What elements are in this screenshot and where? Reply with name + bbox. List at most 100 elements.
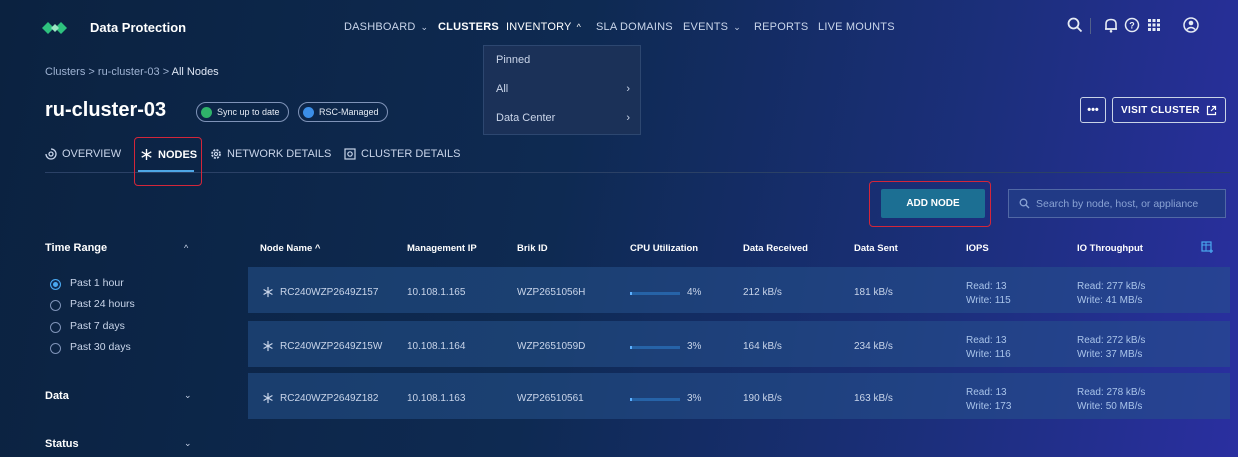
nav-clusters[interactable]: CLUSTERS — [438, 21, 499, 33]
cell-data-received: 190 kB/s — [743, 393, 782, 404]
cell-io-throughput: Read: 278 kB/s Write: 50 MB/s — [1077, 386, 1145, 414]
chevron-down-icon: ⌄ — [733, 22, 741, 32]
managed-icon — [303, 106, 314, 118]
nav-dashboard[interactable]: DASHBOARD ⌄ — [344, 21, 428, 33]
radio-past-7-days[interactable] — [50, 322, 61, 333]
search-icon[interactable] — [1066, 16, 1084, 34]
node-name-link[interactable]: RC240WZP2649Z157 — [280, 287, 378, 298]
column-header-node-name-label: Node Name — [260, 243, 313, 254]
cpu-utilization-bar — [630, 398, 680, 401]
filter-time-range-title[interactable]: Time Range — [45, 242, 107, 254]
chevron-up-icon: ^ — [576, 22, 582, 32]
gear-icon — [211, 149, 221, 159]
cell-iops-write: Write: 173 — [966, 401, 1012, 412]
user-account-icon[interactable] — [1182, 16, 1200, 34]
node-icon — [263, 392, 273, 404]
nav-reports-label: REPORTS — [754, 21, 809, 33]
cell-data-sent: 163 kB/s — [854, 393, 893, 404]
cpu-utilization-bar-fill — [630, 292, 632, 295]
nav-events[interactable]: EVENTS ⌄ — [683, 21, 741, 33]
cpu-utilization-bar-fill — [630, 398, 632, 401]
tab-network-details[interactable]: NETWORK DETAILS — [210, 148, 331, 160]
menu-item-all-label: All — [496, 83, 509, 95]
search-input[interactable]: Search by node, host, or appliance — [1008, 189, 1226, 218]
sort-ascending-icon: ^ — [314, 243, 321, 254]
cell-iops-write: Write: 116 — [966, 349, 1011, 360]
chevron-right-icon: › — [626, 83, 630, 95]
cpu-utilization-bar — [630, 346, 680, 349]
column-header-data-sent[interactable]: Data Sent — [854, 243, 898, 254]
column-header-cpu-utilization[interactable]: CPU Utilization — [630, 243, 698, 254]
cell-iops: Read: 13 Write: 173 — [966, 386, 1011, 414]
cell-cpu-utilization: 4% — [687, 287, 702, 298]
breadcrumb-clusters[interactable]: Clusters — [45, 66, 85, 78]
column-settings-icon[interactable] — [1201, 241, 1214, 254]
column-header-node-name[interactable]: Node Name ^ — [260, 243, 320, 254]
nav-sla-domains[interactable]: SLA DOMAINS — [596, 21, 673, 33]
tab-cluster-details[interactable]: CLUSTER DETAILS — [344, 148, 460, 160]
app-title: Data Protection — [90, 20, 187, 35]
chevron-down-icon[interactable]: ⌄ — [184, 390, 192, 401]
nav-live-mounts[interactable]: LIVE MOUNTS — [818, 21, 895, 33]
radio-label-past-24-hours[interactable]: Past 24 hours — [70, 298, 135, 310]
cell-iops: Read: 13 Write: 115 — [966, 280, 1011, 308]
radio-label-past-1-hour[interactable]: Past 1 hour — [70, 277, 124, 289]
check-icon — [201, 106, 212, 118]
more-options-button[interactable]: ••• — [1080, 97, 1106, 123]
cell-brik-id: WZP2651056H — [517, 287, 586, 298]
cell-iops: Read: 13 Write: 116 — [966, 334, 1011, 362]
column-header-data-received[interactable]: Data Received — [743, 243, 808, 254]
nav-sla-domains-label: SLA DOMAINS — [596, 21, 673, 33]
tab-overview[interactable]: OVERVIEW — [45, 148, 121, 160]
bell-icon[interactable] — [1102, 16, 1120, 34]
chevron-down-icon[interactable]: ⌄ — [184, 438, 192, 449]
menu-item-data-center[interactable]: Data Center — [496, 112, 626, 124]
search-placeholder: Search by node, host, or appliance — [1036, 197, 1199, 210]
chevron-up-icon[interactable]: ^ — [184, 243, 188, 253]
nav-reports[interactable]: REPORTS — [754, 21, 808, 33]
visit-cluster-button[interactable]: VISIT CLUSTER — [1112, 97, 1226, 123]
app-logo-icon[interactable] — [42, 20, 68, 36]
menu-item-all[interactable]: All — [496, 83, 626, 95]
column-header-io-throughput[interactable]: IO Throughput — [1077, 243, 1143, 254]
status-badge-sync: Sync up to date — [196, 102, 289, 122]
node-name-link[interactable]: RC240WZP2649Z15W — [280, 341, 382, 352]
cell-throughput-read: Read: 277 kB/s — [1077, 281, 1146, 292]
column-header-iops[interactable]: IOPS — [966, 243, 989, 254]
column-header-brik-id[interactable]: Brik ID — [517, 243, 548, 254]
breadcrumb-cluster[interactable]: ru-cluster-03 — [98, 66, 160, 78]
cell-cpu-utilization: 3% — [687, 341, 702, 352]
node-icon — [263, 340, 273, 352]
status-badge-rsc: RSC-Managed — [298, 102, 388, 122]
radio-past-24-hours[interactable] — [50, 300, 61, 311]
filter-status-title[interactable]: Status — [45, 438, 79, 450]
cell-iops-read: Read: 13 — [966, 335, 1007, 346]
cell-data-sent: 181 kB/s — [854, 287, 893, 298]
nav-inventory[interactable]: INVENTORY ^ — [506, 21, 581, 33]
column-header-management-ip[interactable]: Management IP — [407, 243, 477, 254]
node-name-link[interactable]: RC240WZP2649Z182 — [280, 393, 378, 404]
cell-management-ip: 10.108.1.165 — [407, 287, 466, 298]
cpu-utilization-bar-fill — [630, 346, 632, 349]
breadcrumb-current: All Nodes — [171, 66, 219, 78]
cell-cpu-utilization: 3% — [687, 393, 702, 404]
cell-throughput-write: Write: 41 MB/s — [1077, 295, 1143, 306]
radio-past-30-days[interactable] — [50, 343, 61, 354]
filter-data-title[interactable]: Data — [45, 390, 69, 402]
cell-iops-read: Read: 13 — [966, 387, 1007, 398]
node-icon — [263, 286, 273, 298]
radio-past-1-hour[interactable] — [50, 279, 61, 290]
status-badge-sync-label: Sync up to date — [217, 107, 280, 117]
nav-inventory-label: INVENTORY — [506, 21, 572, 33]
visit-cluster-label: VISIT CLUSTER — [1121, 104, 1200, 116]
radio-label-past-30-days[interactable]: Past 30 days — [70, 341, 131, 353]
radio-label-past-7-days[interactable]: Past 7 days — [70, 320, 125, 332]
external-link-icon — [1206, 105, 1217, 115]
menu-item-data-center-label: Data Center — [496, 112, 556, 124]
menu-item-pinned[interactable]: Pinned — [496, 54, 530, 66]
cell-iops-read: Read: 13 — [966, 281, 1007, 292]
cell-brik-id: WZP2651059D — [517, 341, 586, 352]
app-grid-icon[interactable] — [1145, 16, 1163, 34]
help-icon[interactable]: ? — [1123, 16, 1141, 34]
cell-data-sent: 234 kB/s — [854, 341, 893, 352]
